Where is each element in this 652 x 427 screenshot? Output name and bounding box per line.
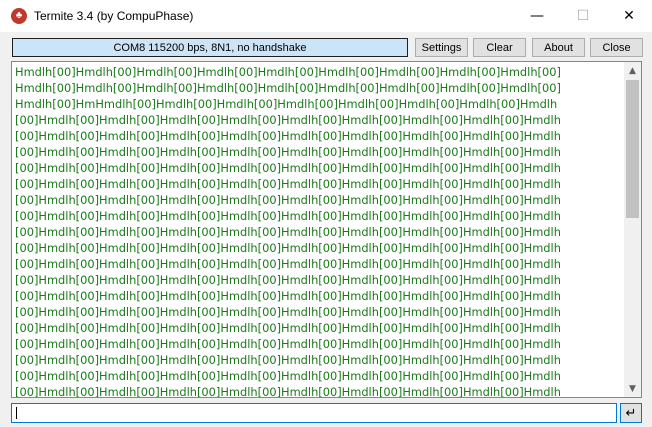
input-row: ↵ — [0, 402, 652, 427]
output-line: [00]Hmdlh[00]Hmdlh[00]Hmdlh[00]Hmdlh[00]… — [15, 305, 561, 319]
settings-button[interactable]: Settings — [415, 38, 468, 57]
toolbar: COM8 115200 bps, 8N1, no handshake Setti… — [0, 32, 652, 60]
connection-status[interactable]: COM8 115200 bps, 8N1, no handshake — [12, 38, 408, 57]
output-line: [00]Hmdlh[00]Hmdlh[00]Hmdlh[00]Hmdlh[00]… — [15, 177, 561, 191]
output-lines: Hmdlh[00]Hmdlh[00]Hmdlh[00]Hmdlh[00]Hmdl… — [15, 64, 627, 398]
about-button[interactable]: About — [532, 38, 585, 57]
scrollbar-thumb[interactable] — [626, 80, 639, 218]
output-line: [00]Hmdlh[00]Hmdlh[00]Hmdlh[00]Hmdlh[00]… — [15, 145, 561, 159]
text-caret — [16, 407, 17, 419]
output-line: [00]Hmdlh[00]Hmdlh[00]Hmdlh[00]Hmdlh[00]… — [15, 225, 561, 239]
output-line: [00]Hmdlh[00]Hmdlh[00]Hmdlh[00]Hmdlh[00]… — [15, 337, 561, 351]
minimize-button[interactable]: — — [514, 0, 560, 32]
output-line: [00]Hmdlh[00]Hmdlh[00]Hmdlh[00]Hmdlh[00]… — [15, 273, 561, 287]
window-controls: — ☐ ✕ — [514, 0, 652, 32]
window-title: Termite 3.4 (by CompuPhase) — [34, 9, 194, 23]
output-line: [00]Hmdlh[00]Hmdlh[00]Hmdlh[00]Hmdlh[00]… — [15, 113, 561, 127]
output-line: [00]Hmdlh[00]Hmdlh[00]Hmdlh[00]Hmdlh[00]… — [15, 193, 561, 207]
close-button[interactable]: Close — [590, 38, 643, 57]
enter-icon: ↵ — [625, 405, 637, 421]
output-line: [00]Hmdlh[00]Hmdlh[00]Hmdlh[00]Hmdlh[00]… — [15, 353, 561, 367]
output-line: [00]Hmdlh[00]Hmdlh[00]Hmdlh[00]Hmdlh[00]… — [15, 321, 561, 335]
scroll-down-icon[interactable]: ▼ — [624, 380, 641, 397]
output-line: [00]Hmdlh[00]Hmdlh[00]Hmdlh[00]Hmdlh[00]… — [15, 129, 561, 143]
clear-button[interactable]: Clear — [473, 38, 526, 57]
output-line: [00]Hmdlh[00]Hmdlh[00]Hmdlh[00]Hmdlh[00]… — [15, 385, 561, 398]
termite-window: ♣ Termite 3.4 (by CompuPhase) — ☐ ✕ COM8… — [0, 0, 652, 427]
output-line: [00]Hmdlh[00]Hmdlh[00]Hmdlh[00]Hmdlh[00]… — [15, 209, 561, 223]
output-line: Hmdlh[00]HmHmdlh[00]Hmdlh[00]Hmdlh[00]Hm… — [15, 97, 558, 111]
output-line: [00]Hmdlh[00]Hmdlh[00]Hmdlh[00]Hmdlh[00]… — [15, 241, 561, 255]
termite-app-icon: ♣ — [11, 8, 27, 24]
output-line: [00]Hmdlh[00]Hmdlh[00]Hmdlh[00]Hmdlh[00]… — [15, 369, 561, 383]
output-line: Hmdlh[00]Hmdlh[00]Hmdlh[00]Hmdlh[00]Hmdl… — [15, 65, 561, 79]
maximize-button[interactable]: ☐ — [560, 0, 606, 32]
vertical-scrollbar[interactable]: ▲ ▼ — [624, 62, 641, 397]
scroll-up-icon[interactable]: ▲ — [624, 62, 641, 79]
send-input[interactable] — [11, 403, 617, 423]
send-button[interactable]: ↵ — [620, 403, 642, 423]
output-line: [00]Hmdlh[00]Hmdlh[00]Hmdlh[00]Hmdlh[00]… — [15, 257, 561, 271]
terminal-output[interactable]: Hmdlh[00]Hmdlh[00]Hmdlh[00]Hmdlh[00]Hmdl… — [11, 61, 642, 398]
output-line: [00]Hmdlh[00]Hmdlh[00]Hmdlh[00]Hmdlh[00]… — [15, 161, 561, 175]
title-bar[interactable]: ♣ Termite 3.4 (by CompuPhase) — ☐ ✕ — [0, 0, 652, 32]
output-line: Hmdlh[00]Hmdlh[00]Hmdlh[00]Hmdlh[00]Hmdl… — [15, 81, 561, 95]
close-window-button[interactable]: ✕ — [606, 0, 652, 32]
output-line: [00]Hmdlh[00]Hmdlh[00]Hmdlh[00]Hmdlh[00]… — [15, 289, 561, 303]
